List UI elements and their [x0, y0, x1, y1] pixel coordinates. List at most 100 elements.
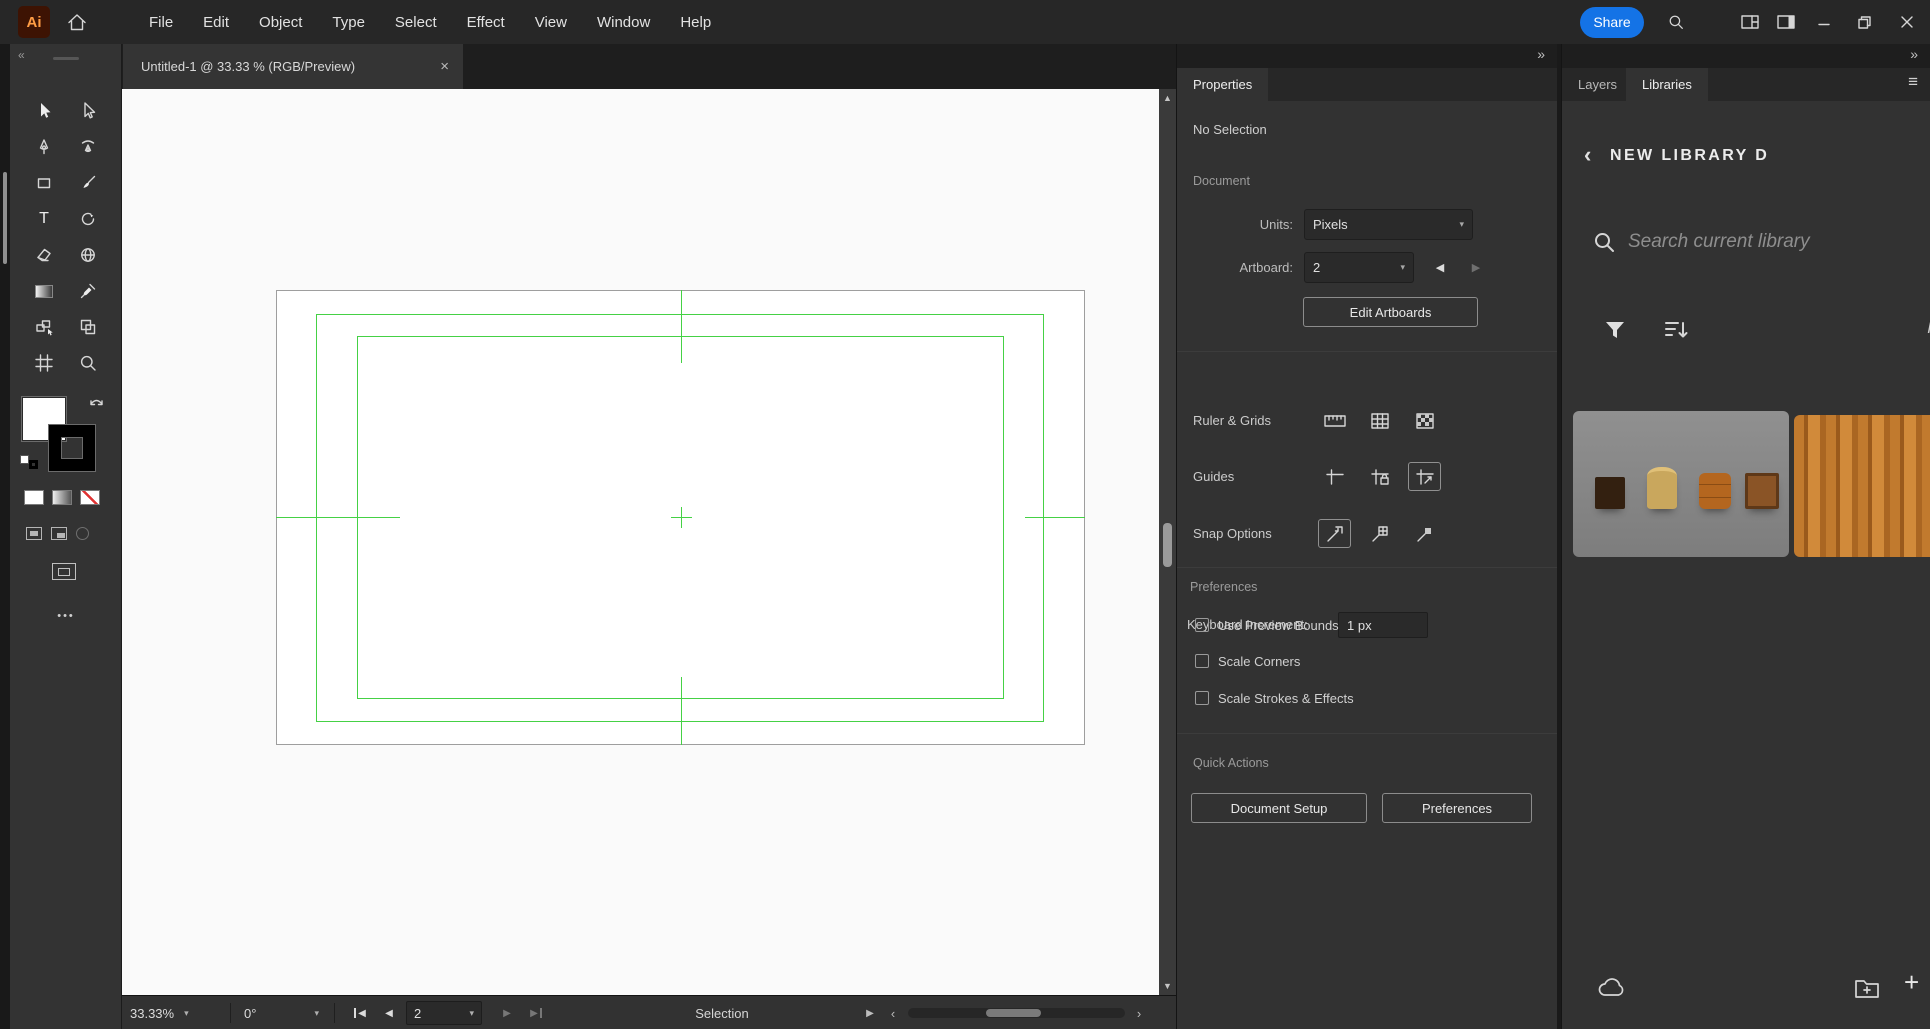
- canvas-vscrollbar[interactable]: ▲ ▼: [1159, 89, 1176, 995]
- lock-guides-icon-button[interactable]: [1363, 462, 1396, 491]
- draw-inside-icon-button[interactable]: [76, 527, 89, 540]
- restore-button[interactable]: [1844, 0, 1884, 44]
- document-tab[interactable]: Untitled-1 @ 33.33 % (RGB/Preview) ×: [123, 44, 463, 89]
- tab-properties[interactable]: Properties: [1177, 68, 1268, 101]
- artboard-tool[interactable]: [22, 345, 66, 381]
- toolbar-grabber[interactable]: [53, 57, 79, 60]
- tab-libraries[interactable]: Libraries: [1626, 68, 1708, 101]
- snap-to-guides-icon-button[interactable]: [1408, 462, 1441, 491]
- color-type-button[interactable]: [24, 490, 44, 505]
- document-setup-button[interactable]: Document Setup: [1191, 793, 1367, 823]
- vscroll-up-icon[interactable]: ▲: [1159, 93, 1176, 103]
- menu-object[interactable]: Object: [244, 14, 317, 31]
- hscroll-left-icon[interactable]: ‹: [884, 996, 902, 1029]
- library-item-2[interactable]: [1794, 415, 1930, 557]
- none-type-button[interactable]: [80, 490, 100, 505]
- vscroll-thumb[interactable]: [1163, 523, 1172, 567]
- keyboard-increment-input[interactable]: [1338, 612, 1428, 638]
- selection-tool[interactable]: [22, 93, 66, 129]
- statusbar-expand-icon[interactable]: ▶: [860, 996, 880, 1029]
- default-swatches-icon[interactable]: [20, 455, 38, 469]
- paintbrush-tool[interactable]: [66, 165, 110, 201]
- ruler-icon-button[interactable]: [1318, 406, 1351, 435]
- swap-fill-stroke-icon[interactable]: [89, 394, 104, 412]
- snap-to-pixel-icon-button[interactable]: [1408, 519, 1441, 548]
- close-button[interactable]: [1884, 0, 1930, 44]
- scale-strokes-effects-checkbox[interactable]: [1195, 691, 1209, 705]
- zoom-tool[interactable]: [66, 345, 110, 381]
- gradient-type-button[interactable]: [52, 490, 72, 505]
- menu-type[interactable]: Type: [317, 14, 380, 31]
- arrange-documents-icon-button[interactable]: [1768, 0, 1804, 44]
- hscroll-right-icon[interactable]: ›: [1130, 996, 1148, 1029]
- tab-close-icon[interactable]: ×: [440, 58, 449, 75]
- library-search-input[interactable]: [1628, 224, 1908, 260]
- stroke-swatch[interactable]: [49, 425, 95, 471]
- show-guides-icon-button[interactable]: [1318, 462, 1351, 491]
- type-tool[interactable]: T: [22, 201, 66, 237]
- menu-help[interactable]: Help: [665, 14, 726, 31]
- free-transform-tool[interactable]: [66, 309, 110, 345]
- snap-to-point-icon-button[interactable]: [1318, 519, 1351, 548]
- panel-menu-icon[interactable]: ≡: [1908, 72, 1918, 92]
- artboard-number-dropdown[interactable]: 2 ▾: [406, 1001, 482, 1025]
- canvas-hscrollbar[interactable]: [908, 1008, 1125, 1018]
- sort-icon-button[interactable]: [1664, 318, 1690, 347]
- share-button[interactable]: Share: [1580, 7, 1644, 38]
- direct-selection-tool[interactable]: [66, 93, 110, 129]
- units-dropdown[interactable]: Pixels ▾: [1304, 209, 1473, 240]
- rotate-view-tool[interactable]: [66, 237, 110, 273]
- eyedropper-tool[interactable]: [66, 273, 110, 309]
- screen-mode-button[interactable]: [52, 563, 76, 580]
- menu-view[interactable]: View: [520, 14, 582, 31]
- gradient-tool[interactable]: [22, 273, 66, 309]
- canvas[interactable]: ▲ ▼: [122, 89, 1176, 995]
- artboard-next-button[interactable]: ▶: [494, 996, 520, 1029]
- artboard-dropdown[interactable]: 2 ▾: [1304, 252, 1414, 283]
- scale-corners-checkbox[interactable]: [1195, 654, 1209, 668]
- filter-icon-button[interactable]: [1604, 319, 1626, 346]
- more-tools-button[interactable]: •••: [10, 610, 122, 622]
- menu-select[interactable]: Select: [380, 14, 452, 31]
- preferences-button[interactable]: Preferences: [1382, 793, 1532, 823]
- minimize-button[interactable]: [1804, 0, 1844, 44]
- edit-artboards-button[interactable]: Edit Artboards: [1303, 297, 1478, 327]
- menu-effect[interactable]: Effect: [452, 14, 520, 31]
- collapse-properties-icon[interactable]: »: [1537, 46, 1545, 62]
- search-button[interactable]: [1658, 0, 1694, 44]
- add-item-button[interactable]: +: [1904, 967, 1919, 998]
- use-preview-bounds-checkbox[interactable]: [1195, 618, 1209, 632]
- tab-layers[interactable]: Layers: [1562, 68, 1633, 101]
- grid-icon-button[interactable]: [1363, 406, 1396, 435]
- new-folder-icon-button[interactable]: [1854, 977, 1880, 1004]
- library-back-icon[interactable]: ‹: [1584, 140, 1591, 170]
- rectangle-tool[interactable]: [22, 165, 66, 201]
- artboard-last-button[interactable]: ▶: [522, 996, 552, 1029]
- artboard-prev-arrow[interactable]: ◀: [1427, 252, 1453, 283]
- snap-to-grid-icon-button[interactable]: [1363, 519, 1396, 548]
- menu-edit[interactable]: Edit: [188, 14, 244, 31]
- menu-window[interactable]: Window: [582, 14, 665, 31]
- artboard-first-button[interactable]: ◀: [346, 996, 372, 1029]
- vscroll-down-icon[interactable]: ▼: [1159, 981, 1176, 991]
- artboard-prev-button[interactable]: ◀: [376, 996, 402, 1029]
- sync-cloud-icon-button[interactable]: [1596, 977, 1628, 1004]
- home-icon-button[interactable]: [62, 8, 92, 36]
- zoom-level-control[interactable]: 33.33% ▾: [130, 996, 189, 1029]
- menu-file[interactable]: File: [134, 14, 188, 31]
- collapse-libraries-icon[interactable]: »: [1910, 46, 1918, 62]
- library-item-1[interactable]: [1573, 411, 1789, 557]
- pen-tool[interactable]: [22, 129, 66, 165]
- hscroll-thumb[interactable]: [986, 1009, 1041, 1017]
- curvature-tool[interactable]: [66, 129, 110, 165]
- rotation-control[interactable]: 0° ▾: [244, 996, 319, 1029]
- transparency-grid-icon-button[interactable]: [1408, 406, 1441, 435]
- workspace-icon-button[interactable]: [1732, 0, 1768, 44]
- artboard-next-arrow[interactable]: ▶: [1463, 252, 1489, 283]
- rotate-tool[interactable]: [66, 201, 110, 237]
- draw-normal-icon-button[interactable]: [26, 527, 42, 540]
- shape-builder-tool[interactable]: [22, 309, 66, 345]
- toolbar-collapse-icon[interactable]: «: [18, 48, 25, 62]
- eraser-tool[interactable]: [22, 237, 66, 273]
- draw-behind-icon-button[interactable]: [51, 527, 67, 540]
